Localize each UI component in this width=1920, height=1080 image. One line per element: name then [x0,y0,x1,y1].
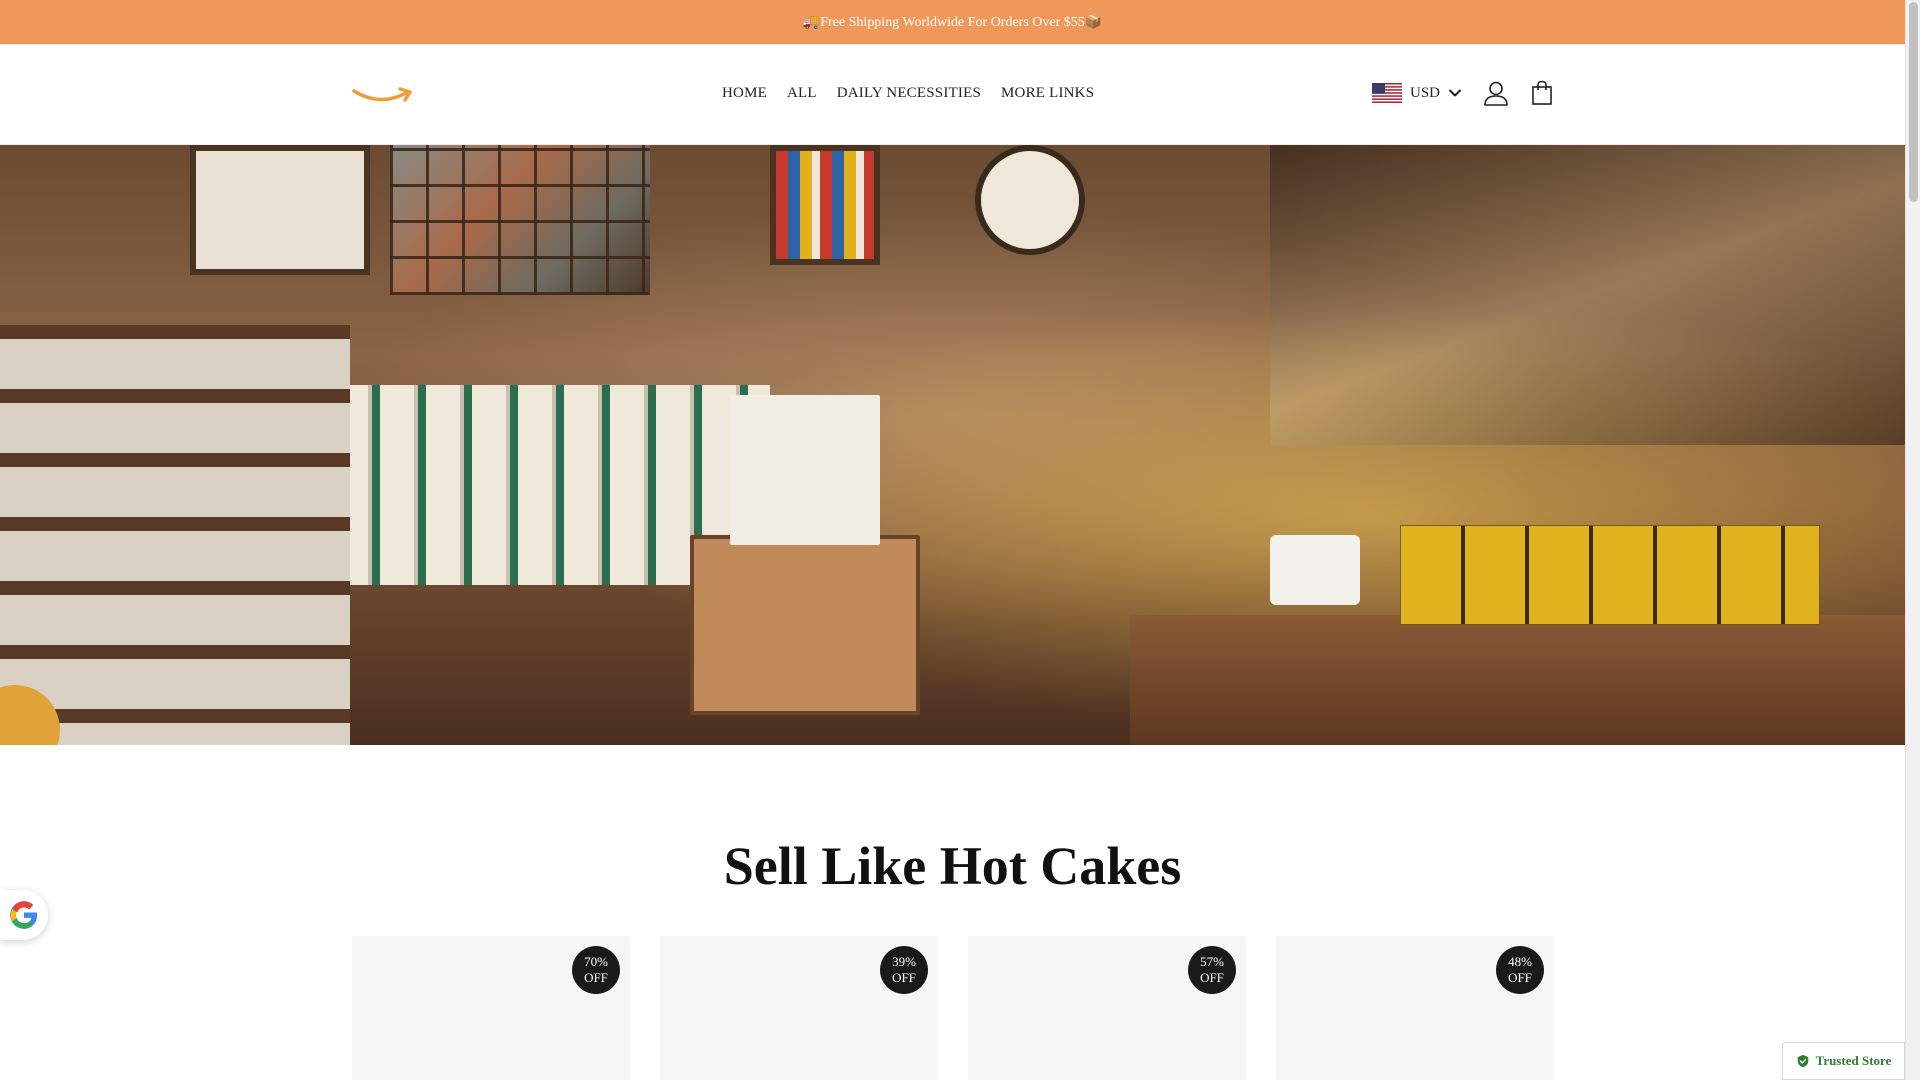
cart-button[interactable] [1528,79,1556,107]
discount-off: OFF [1200,970,1224,985]
scrollbar-thumb[interactable] [1909,2,1918,202]
store-logo[interactable] [352,83,414,107]
account-button[interactable] [1482,79,1510,107]
page: 🚚Free Shipping Worldwide For Orders Over… [0,0,1920,1080]
google-icon [10,901,38,929]
discount-badge: 57% OFF [1188,946,1236,994]
chevron-down-icon [1449,89,1462,97]
google-reviews-button[interactable] [0,890,48,940]
user-icon [1484,81,1508,106]
hero-yellow-boxes [1400,525,1820,625]
us-flag-icon [1372,83,1402,103]
discount-off: OFF [584,970,608,985]
currency-code: USD [1410,84,1441,101]
product-card[interactable]: 57% OFF [968,936,1246,1080]
trusted-store-badge[interactable]: Trusted Store [1782,1042,1905,1080]
nav-daily-necessities[interactable]: DAILY NECESSITIES [827,85,991,102]
hero-paper [730,395,880,545]
hero-white-box [1270,535,1360,605]
shopping-bag-icon [1532,80,1552,105]
hero-banner[interactable] [0,145,1905,745]
hero-color-board [770,145,880,265]
discount-percent: 48% [1508,954,1532,969]
product-card[interactable]: 39% OFF [660,936,938,1080]
announcement-text: 🚚Free Shipping Worldwide For Orders Over… [802,14,1103,30]
header-tools: USD [1372,73,1556,113]
product-grid: 70% OFF 39% OFF 57% OFF 48% OFF [352,936,1554,1080]
hero-crate [690,535,920,715]
hero-shelf-left [0,325,350,745]
currency-selector[interactable]: USD [1372,83,1462,103]
nav-home[interactable]: HOME [712,85,777,102]
trusted-store-label: Trusted Store [1815,1053,1892,1068]
hero-counter [1130,615,1905,745]
hero-hanging-goods [1270,145,1905,445]
hero-tile-grid [390,145,650,295]
nav-more-links[interactable]: MORE LINKS [991,85,1104,102]
hero-wall-board [190,145,370,275]
nav-all[interactable]: ALL [777,85,827,102]
main-nav: HOME ALL DAILY NECESSITIES MORE LINKS [712,85,1104,102]
section-title: Sell Like Hot Cakes [723,836,1182,896]
discount-badge: 70% OFF [572,946,620,994]
discount-percent: 70% [584,954,608,969]
discount-off: OFF [1508,970,1532,985]
content-area: 🚚Free Shipping Worldwide For Orders Over… [0,0,1905,1080]
smile-logo-icon [352,87,412,102]
discount-percent: 39% [892,954,916,969]
discount-badge: 39% OFF [880,946,928,994]
discount-badge: 48% OFF [1496,946,1544,994]
hero-round-sign [975,145,1085,255]
product-card[interactable]: 70% OFF [352,936,630,1080]
discount-off: OFF [892,970,916,985]
site-header: HOME ALL DAILY NECESSITIES MORE LINKS US… [0,45,1905,145]
announcement-bar: 🚚Free Shipping Worldwide For Orders Over… [0,0,1905,45]
shield-check-icon [1797,1054,1808,1068]
discount-percent: 57% [1200,954,1224,969]
page-scrollbar[interactable] [1905,0,1920,1080]
product-card[interactable]: 48% OFF [1276,936,1554,1080]
